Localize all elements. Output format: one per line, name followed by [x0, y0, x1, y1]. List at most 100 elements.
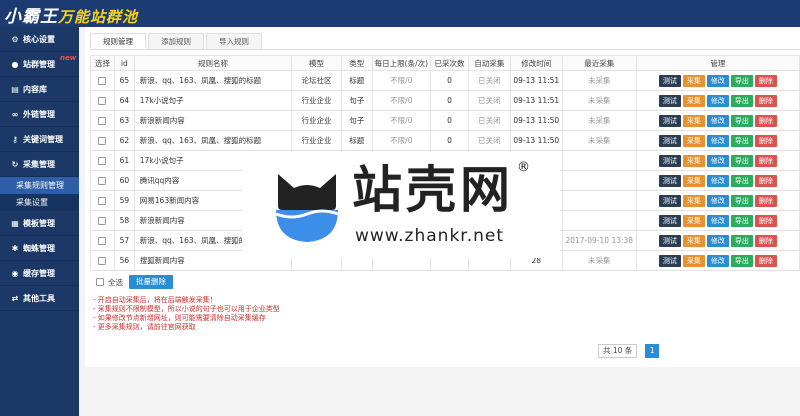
collect-button[interactable]: 采集 — [682, 134, 705, 147]
edit-button[interactable]: 修改 — [706, 114, 729, 127]
test-button[interactable]: 测试 — [658, 94, 681, 107]
delete-button[interactable]: 删除 — [754, 154, 777, 167]
row-select-cell — [90, 110, 115, 131]
test-button[interactable]: 测试 — [658, 74, 681, 87]
row-checkbox[interactable] — [98, 117, 107, 125]
row-checkbox[interactable] — [98, 97, 107, 105]
edit-button[interactable]: 修改 — [706, 134, 729, 147]
pagination-page-1[interactable]: 1 — [645, 344, 660, 358]
sidebar-item-keywords[interactable]: ⚷ 关键词管理 — [0, 127, 79, 152]
test-button[interactable]: 测试 — [658, 134, 681, 147]
test-button[interactable]: 测试 — [658, 214, 681, 227]
edit-button[interactable]: 修改 — [706, 194, 729, 207]
table-row: 65 新浪、qq、163、凤凰、搜狐的标题 论坛社区 标题 不限/0 0 已关闭 09-13 … — [90, 70, 800, 91]
rule-auto-collect: 已关闭 — [467, 130, 511, 151]
delete-button[interactable]: 删除 — [754, 194, 777, 207]
rule-type: 句子 — [340, 90, 373, 111]
collect-button[interactable]: 采集 — [682, 74, 705, 87]
row-checkbox[interactable] — [98, 237, 107, 245]
export-button[interactable]: 导出 — [730, 214, 753, 227]
collect-button[interactable]: 采集 — [682, 214, 705, 227]
sidebar-item-spiders[interactable]: ✱ 蜘蛛管理 — [0, 236, 79, 261]
collect-button[interactable]: 采集 — [682, 154, 705, 167]
test-button[interactable]: 测试 — [658, 114, 681, 127]
export-button[interactable]: 导出 — [730, 94, 753, 107]
collect-button[interactable]: 采集 — [682, 174, 705, 187]
row-checkbox[interactable] — [98, 177, 107, 185]
column-header: 每日上限(条/次) — [371, 55, 432, 71]
sidebar-item-backlinks[interactable]: ∞ 外链管理 — [0, 102, 79, 127]
column-header: 最近采集 — [561, 55, 637, 71]
collect-button[interactable]: 采集 — [682, 94, 705, 107]
rule-last-collect: 未采集 — [561, 110, 637, 131]
collect-button[interactable]: 采集 — [682, 254, 705, 267]
export-button[interactable]: 导出 — [730, 254, 753, 267]
tab-rule-management[interactable]: 规则管理 — [90, 33, 146, 49]
delete-button[interactable]: 删除 — [754, 74, 777, 87]
edit-button[interactable]: 修改 — [706, 254, 729, 267]
sidebar-item-core-settings[interactable]: ⚙ 核心设置 — [0, 27, 79, 52]
column-header: id — [113, 55, 135, 71]
sidebar-subitem-collect-rules[interactable]: 采集规则管理 — [0, 177, 79, 194]
sidebar-item-content-library[interactable]: ▤ 内容库 — [0, 77, 79, 102]
collect-button[interactable]: 采集 — [682, 114, 705, 127]
watermark-brand: 站壳网 — [352, 161, 514, 219]
rule-name: 新浪、qq、163、凤凰、搜狐的标题 — [133, 70, 293, 91]
book-icon: ▤ — [11, 84, 19, 94]
delete-button[interactable]: 删除 — [754, 94, 777, 107]
rule-last-collect — [561, 210, 637, 231]
delete-button[interactable]: 删除 — [754, 254, 777, 267]
tab-import-rule[interactable]: 导入规则 — [206, 33, 262, 49]
sidebar-item-templates[interactable]: ▦ 模板管理 — [0, 211, 79, 236]
delete-button[interactable]: 删除 — [754, 134, 777, 147]
export-button[interactable]: 导出 — [730, 74, 753, 87]
row-checkbox[interactable] — [98, 157, 107, 165]
delete-button[interactable]: 删除 — [754, 234, 777, 247]
row-checkbox[interactable] — [98, 137, 107, 145]
delete-button[interactable]: 删除 — [754, 214, 777, 227]
edit-button[interactable]: 修改 — [706, 154, 729, 167]
rule-id: 57 — [113, 230, 135, 251]
delete-button[interactable]: 删除 — [754, 114, 777, 127]
row-checkbox[interactable] — [98, 77, 107, 85]
test-button[interactable]: 测试 — [658, 234, 681, 247]
sidebar-item-site-group[interactable]: ● 站群管理 new — [0, 52, 79, 77]
edit-button[interactable]: 修改 — [706, 174, 729, 187]
collect-button[interactable]: 采集 — [682, 194, 705, 207]
test-button[interactable]: 测试 — [658, 254, 681, 267]
row-checkbox[interactable] — [98, 217, 107, 225]
row-actions: 测试 采集 修改 导出 删除 — [635, 70, 800, 91]
sidebar-item-collection[interactable]: ↻ 采集管理 — [0, 152, 79, 177]
test-button[interactable]: 测试 — [658, 174, 681, 187]
edit-button[interactable]: 修改 — [706, 234, 729, 247]
test-button[interactable]: 测试 — [658, 194, 681, 207]
export-button[interactable]: 导出 — [730, 114, 753, 127]
sidebar-subitem-collect-settings[interactable]: 采集设置 — [0, 194, 79, 211]
test-button[interactable]: 测试 — [658, 154, 681, 167]
collect-button[interactable]: 采集 — [682, 234, 705, 247]
edit-button[interactable]: 修改 — [706, 94, 729, 107]
column-header: 选择 — [90, 55, 115, 71]
select-all-checkbox[interactable] — [96, 278, 104, 286]
tab-add-rule[interactable]: 添加规则 — [148, 33, 204, 49]
table-row: 63 新浪新闻内容 行业企业 句子 不限/0 0 已关闭 09-13 11:50 未采集 测试 采集… — [90, 110, 800, 131]
row-checkbox[interactable] — [98, 197, 107, 205]
note-line: - 开启自动采集后，将在后端触发采集！ — [93, 296, 217, 304]
sidebar-item-other-tools[interactable]: ⇄ 其他工具 — [0, 286, 79, 311]
batch-delete-button[interactable]: 批量删除 — [129, 275, 173, 289]
sidebar-item-cache[interactable]: ◉ 缓存管理 — [0, 261, 79, 286]
rule-last-collect: 未采集 — [561, 250, 637, 271]
edit-button[interactable]: 修改 — [706, 214, 729, 227]
sidebar-item-label: 模板管理 — [23, 218, 55, 228]
export-button[interactable]: 导出 — [730, 154, 753, 167]
app-title-sub: 万能站群池 — [58, 8, 139, 26]
edit-button[interactable]: 修改 — [706, 74, 729, 87]
row-checkbox[interactable] — [98, 257, 107, 265]
delete-button[interactable]: 删除 — [754, 174, 777, 187]
export-button[interactable]: 导出 — [730, 174, 753, 187]
row-select-cell — [90, 190, 115, 211]
export-button[interactable]: 导出 — [730, 194, 753, 207]
export-button[interactable]: 导出 — [730, 134, 753, 147]
rule-id: 60 — [113, 170, 135, 191]
export-button[interactable]: 导出 — [730, 234, 753, 247]
